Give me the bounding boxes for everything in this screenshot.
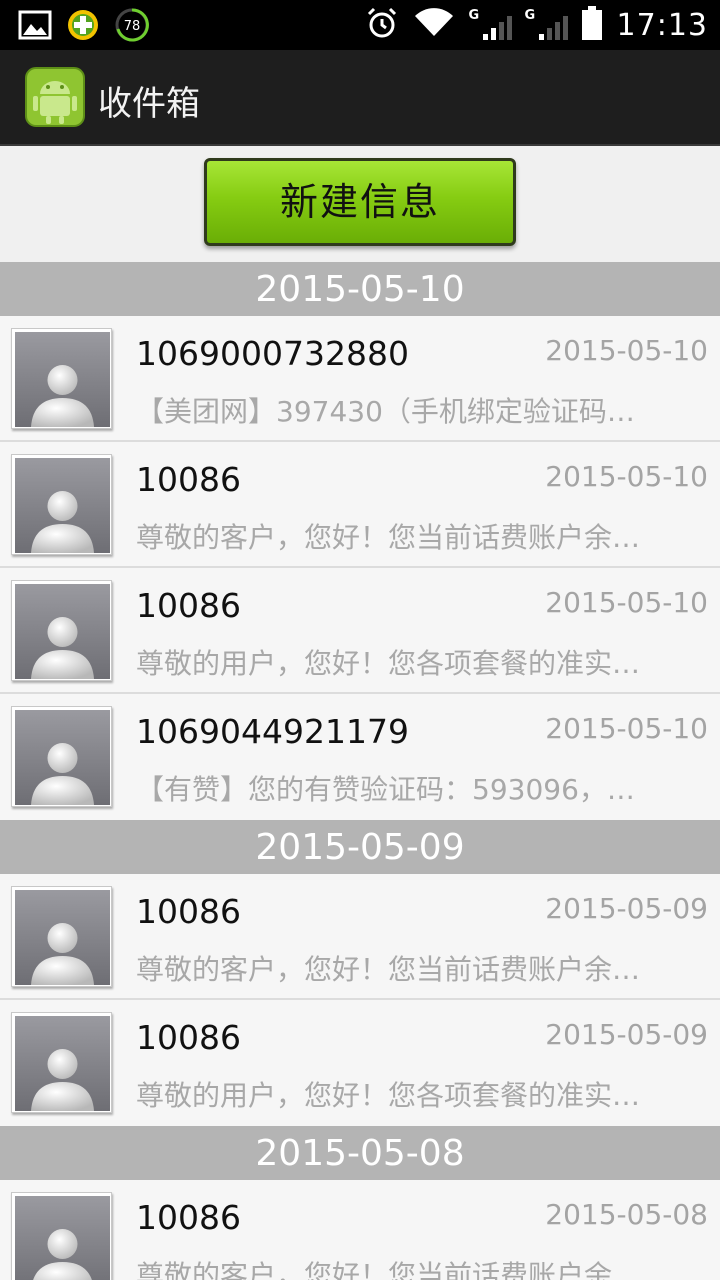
contact-avatar-icon[interactable] bbox=[11, 1012, 112, 1113]
message-preview: 尊敬的客户，您好！您当前话费账户余… bbox=[136, 1259, 641, 1280]
message-date: 2015-05-09 bbox=[545, 1018, 708, 1051]
new-message-button[interactable]: 新建信息 bbox=[204, 158, 516, 246]
list-item[interactable]: 10086 2015-05-08 尊敬的客户，您好！您当前话费账户余… bbox=[0, 1180, 720, 1280]
message-date: 2015-05-08 bbox=[545, 1198, 708, 1231]
sender-number: 10086 bbox=[136, 892, 241, 931]
sender-number: 10086 bbox=[136, 1198, 241, 1237]
battery-saver-icon: 78 bbox=[114, 7, 150, 47]
battery-level-text: 78 bbox=[124, 19, 141, 34]
security-app-icon bbox=[66, 8, 100, 46]
list-item[interactable]: 10086 2015-05-09 尊敬的客户，您好！您当前话费账户余… bbox=[0, 874, 720, 1000]
message-date: 2015-05-10 bbox=[545, 586, 708, 619]
android-app-icon[interactable] bbox=[24, 66, 86, 128]
message-date: 2015-05-10 bbox=[545, 460, 708, 493]
message-preview: 尊敬的用户，您好！您各项套餐的准实… bbox=[136, 647, 641, 680]
clock: 17:13 bbox=[616, 7, 708, 43]
contact-avatar-icon[interactable] bbox=[11, 1192, 112, 1280]
contact-avatar-icon[interactable] bbox=[11, 580, 112, 681]
sender-number: 1069044921179 bbox=[136, 712, 409, 751]
list-item[interactable]: 1069000732880 2015-05-10 【美团网】397430（手机绑定验… bbox=[0, 316, 720, 442]
list-item[interactable]: 10086 2015-05-10 尊敬的用户，您好！您各项套餐的准实… bbox=[0, 568, 720, 694]
message-list[interactable]: 2015-05-10 1069000732880 2015-05-10 【美团网】39… bbox=[0, 262, 720, 1280]
contact-avatar-icon[interactable] bbox=[11, 886, 112, 987]
wifi-icon bbox=[413, 6, 455, 44]
gallery-icon bbox=[18, 9, 52, 45]
action-bar: 收件箱 bbox=[0, 50, 720, 146]
sender-number: 1069000732880 bbox=[136, 334, 409, 373]
message-date: 2015-05-10 bbox=[545, 334, 708, 367]
signal-icon: G bbox=[468, 8, 512, 42]
list-item[interactable]: 1069044921179 2015-05-10 【有赞】您的有赞验证码：59309… bbox=[0, 694, 720, 820]
message-preview: 尊敬的客户，您好！您当前话费账户余… bbox=[136, 953, 641, 986]
message-preview: 尊敬的用户，您好！您各项套餐的准实… bbox=[136, 1079, 641, 1112]
message-preview: 尊敬的客户，您好！您当前话费账户余… bbox=[136, 521, 641, 554]
message-preview: 【美团网】397430（手机绑定验证码… bbox=[136, 395, 635, 428]
contact-avatar-icon[interactable] bbox=[11, 454, 112, 555]
message-preview: 【有赞】您的有赞验证码：593096，… bbox=[136, 773, 635, 806]
date-group-header: 2015-05-09 bbox=[0, 820, 720, 874]
alarm-icon bbox=[365, 6, 399, 44]
message-date: 2015-05-09 bbox=[545, 892, 708, 925]
contact-avatar-icon[interactable] bbox=[11, 706, 112, 807]
sender-number: 10086 bbox=[136, 460, 241, 499]
message-date: 2015-05-10 bbox=[545, 712, 708, 745]
date-group-header: 2015-05-10 bbox=[0, 262, 720, 316]
sender-number: 10086 bbox=[136, 1018, 241, 1057]
network-type-label: G bbox=[524, 8, 536, 23]
sender-number: 10086 bbox=[136, 586, 241, 625]
network-type-label: G bbox=[468, 8, 480, 23]
status-bar: 78 G G 17:13 bbox=[0, 0, 720, 50]
signal-icon: G bbox=[524, 8, 568, 42]
date-group-header: 2015-05-08 bbox=[0, 1126, 720, 1180]
list-item[interactable]: 10086 2015-05-10 尊敬的客户，您好！您当前话费账户余… bbox=[0, 442, 720, 568]
contact-avatar-icon[interactable] bbox=[11, 328, 112, 429]
button-bar: 新建信息 bbox=[0, 146, 720, 262]
battery-icon bbox=[581, 5, 603, 45]
list-item[interactable]: 10086 2015-05-09 尊敬的用户，您好！您各项套餐的准实… bbox=[0, 1000, 720, 1126]
page-title: 收件箱 bbox=[98, 84, 200, 124]
